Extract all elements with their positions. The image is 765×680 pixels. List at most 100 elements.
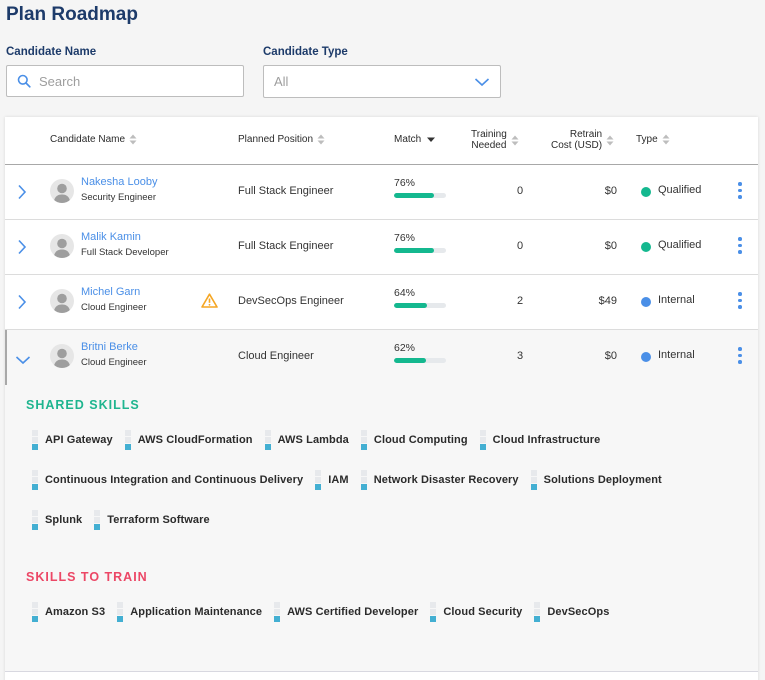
match-progress-bar	[394, 358, 446, 363]
page-title: Plan Roadmap	[6, 4, 138, 25]
skill-level-indicator	[530, 470, 537, 490]
candidate-type: Qualified	[658, 239, 702, 251]
match-progress-bar	[394, 248, 446, 253]
table-row[interactable]: Britni Berke Cloud Engineer Cloud Engine…	[5, 330, 758, 672]
skill-name: Solutions Deployment	[543, 474, 662, 486]
column-header-type[interactable]: Type	[636, 134, 670, 145]
chevron-down-icon	[474, 77, 490, 86]
planned-position: Full Stack Engineer	[238, 240, 334, 252]
candidate-name-link[interactable]: Michel Garn	[81, 286, 140, 298]
planned-position: Cloud Engineer	[238, 350, 314, 362]
match-percent: 62%	[394, 342, 416, 354]
skill-name: Amazon S3	[45, 606, 106, 618]
skill-name: IAM	[328, 474, 349, 486]
avatar	[50, 179, 74, 203]
column-label: Training Needed	[471, 129, 507, 151]
table-row[interactable]: Nakesha Looby Security Engineer Full Sta…	[5, 165, 758, 220]
match-progress-fill	[394, 193, 434, 198]
sort-icon	[129, 134, 137, 145]
skill-chip: Amazon S3	[32, 602, 105, 622]
column-header-planned-position[interactable]: Planned Position	[238, 134, 325, 145]
skill-level-indicator	[315, 470, 322, 490]
more-options-kebab-icon[interactable]	[736, 347, 744, 367]
candidate-type: Qualified	[658, 184, 702, 196]
column-label: Type	[636, 134, 658, 145]
training-needed: 0	[516, 185, 524, 197]
planned-position: DevSecOps Engineer	[238, 295, 344, 307]
candidate-type-select[interactable]: All	[263, 65, 501, 98]
more-options-kebab-icon[interactable]	[736, 237, 744, 257]
candidate-name-link[interactable]: Nakesha Looby	[81, 176, 157, 188]
candidate-type: Internal	[658, 349, 695, 361]
expand-chevron-icon[interactable]	[17, 294, 27, 315]
type-status-dot	[641, 297, 651, 307]
skill-level-indicator	[360, 430, 367, 450]
skill-level-indicator	[430, 602, 437, 622]
skill-level-indicator	[117, 602, 124, 622]
planned-position: Full Stack Engineer	[238, 185, 334, 197]
match-percent: 76%	[394, 232, 416, 244]
skill-chip: Network Disaster Recovery	[360, 470, 519, 490]
skill-name: AWS Certified Developer	[287, 606, 419, 618]
retrain-cost: $0	[604, 185, 617, 197]
match-progress-bar	[394, 303, 446, 308]
skill-chip: Cloud Security	[430, 602, 522, 622]
candidate-type-label: Candidate Type	[263, 46, 348, 58]
more-options-kebab-icon[interactable]	[736, 182, 744, 202]
candidates-table: Candidate Name Planned Position Match Tr…	[5, 117, 758, 680]
match-percent: 64%	[394, 287, 416, 299]
collapse-chevron-icon[interactable]	[15, 352, 31, 370]
expand-chevron-icon[interactable]	[17, 184, 27, 205]
skill-level-indicator	[534, 602, 541, 622]
table-row[interactable]: Michel Garn Cloud Engineer DevSecOps Eng…	[5, 275, 758, 330]
candidate-search-box[interactable]	[6, 65, 244, 97]
skill-name: API Gateway	[45, 434, 113, 446]
candidate-type: Internal	[658, 294, 695, 306]
skill-chip: Cloud Infrastructure	[479, 430, 601, 450]
type-status-dot	[641, 242, 651, 252]
retrain-cost: $49	[598, 295, 617, 307]
candidate-current-role: Cloud Engineer	[81, 302, 147, 313]
candidate-type-value: All	[274, 74, 289, 89]
training-needed: 3	[516, 350, 524, 362]
skill-name: AWS Lambda	[277, 434, 349, 446]
skill-name: Continuous Integration and Continuous De…	[45, 474, 304, 486]
warning-icon	[201, 293, 218, 313]
table-row[interactable]: Malik Kamin Full Stack Developer Full St…	[5, 220, 758, 275]
skill-level-indicator	[94, 510, 101, 530]
candidate-name-link[interactable]: Britni Berke	[81, 341, 138, 353]
skill-chip: DevSecOps	[534, 602, 609, 622]
expand-chevron-icon[interactable]	[17, 239, 27, 260]
skill-chip: AWS Lambda	[264, 430, 349, 450]
shared-skills-title: SHARED SKILLS	[26, 398, 140, 412]
skill-chip: Solutions Deployment	[530, 470, 662, 490]
skill-name: Cloud Computing	[373, 434, 468, 446]
skill-level-indicator	[32, 510, 38, 530]
candidate-search-input[interactable]	[39, 73, 229, 89]
skill-level-indicator	[360, 470, 367, 490]
skill-chip: AWS Certified Developer	[274, 602, 418, 622]
skill-chip: API Gateway	[32, 430, 113, 450]
column-header-retrain-cost[interactable]: Retrain Cost (USD)	[551, 129, 614, 151]
retrain-cost: $0	[604, 240, 617, 252]
candidate-name-link[interactable]: Malik Kamin	[81, 231, 141, 243]
skill-level-indicator	[32, 430, 38, 450]
shared-skills-row: Continuous Integration and Continuous De…	[32, 470, 674, 490]
column-header-training-needed[interactable]: Training Needed	[471, 129, 519, 151]
column-header-candidate-name[interactable]: Candidate Name	[50, 134, 137, 145]
avatar	[50, 234, 74, 258]
column-header-match[interactable]: Match	[394, 134, 436, 145]
skill-name: Splunk	[45, 514, 83, 526]
skill-chip: Splunk	[32, 510, 82, 530]
skill-name: Terraform Software	[107, 514, 210, 526]
shared-skills-row: API Gateway AWS CloudFormation AWS Lambda C…	[32, 430, 612, 450]
search-icon	[17, 74, 31, 88]
user-silhouette-icon	[53, 293, 71, 313]
more-options-kebab-icon[interactable]	[736, 292, 744, 312]
skill-level-indicator	[479, 430, 486, 450]
skill-level-indicator	[32, 602, 38, 622]
skill-name: DevSecOps	[547, 606, 610, 618]
user-silhouette-icon	[53, 238, 71, 258]
skill-level-indicator	[264, 430, 271, 450]
training-needed: 2	[516, 295, 524, 307]
